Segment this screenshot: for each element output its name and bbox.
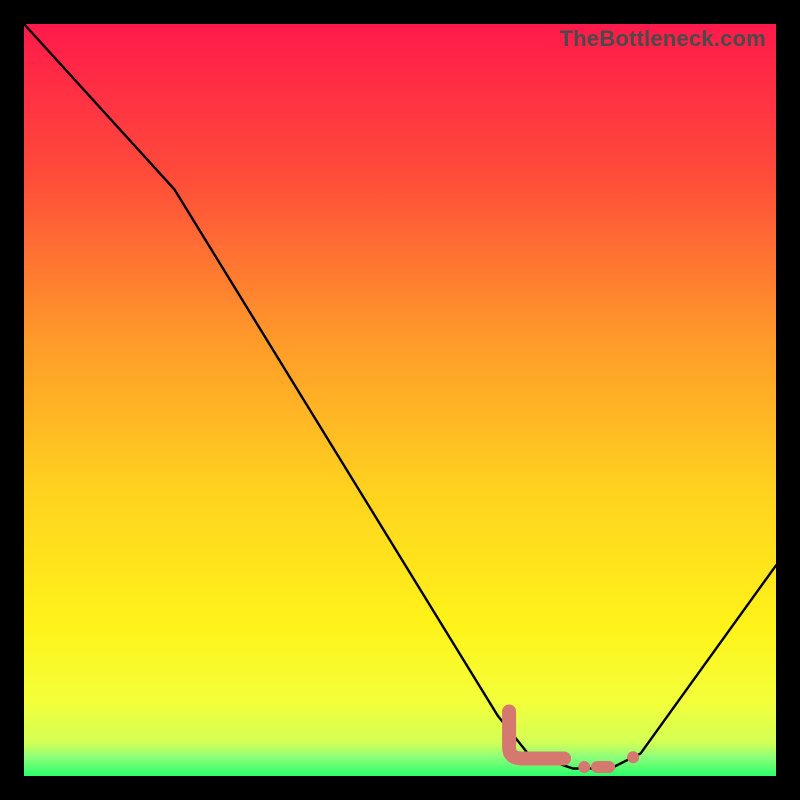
plot-area: TheBottleneck.com bbox=[24, 24, 776, 776]
gradient-background bbox=[24, 24, 776, 776]
chart-svg bbox=[24, 24, 776, 776]
marker-dash bbox=[591, 761, 615, 773]
marker-dot bbox=[578, 761, 590, 773]
outer-black-frame: TheBottleneck.com bbox=[24, 24, 776, 776]
marker-dot bbox=[627, 751, 639, 763]
watermark-text: TheBottleneck.com bbox=[560, 26, 766, 52]
